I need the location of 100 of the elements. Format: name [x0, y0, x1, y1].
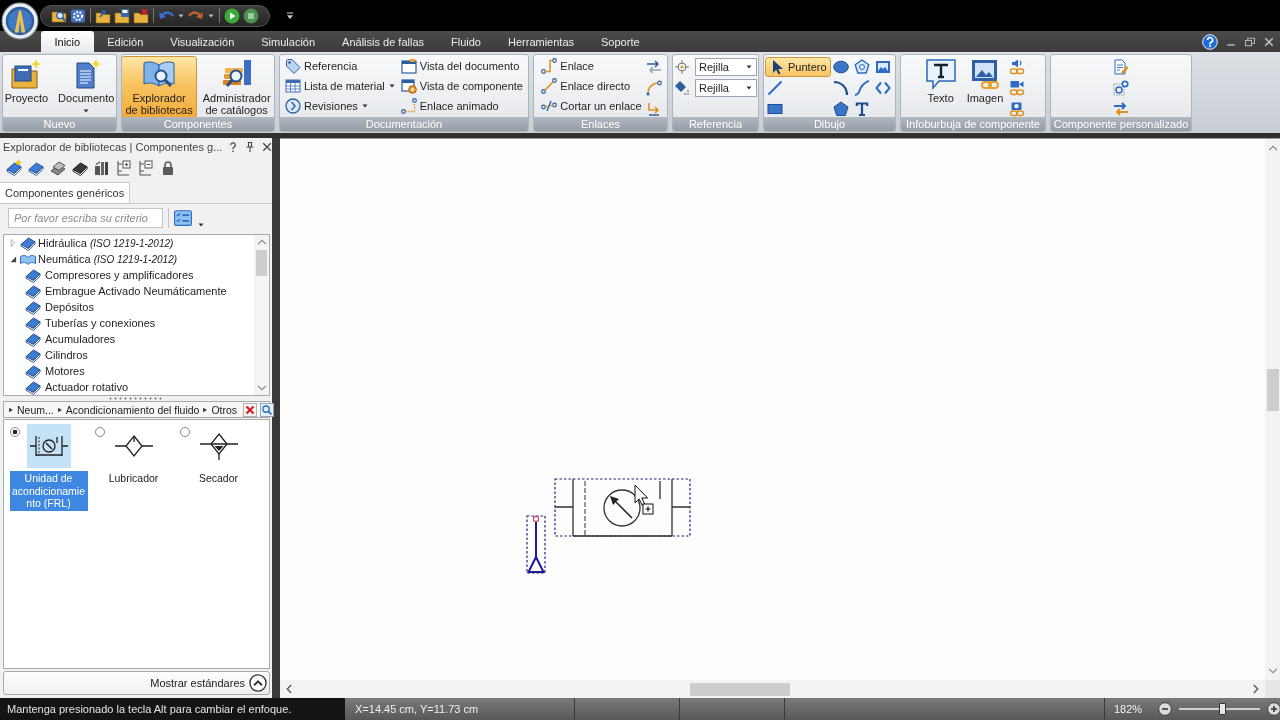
- group-label: Nuevo: [3, 117, 116, 131]
- video-link-icon[interactable]: [1009, 80, 1026, 96]
- ribbon-button[interactable]: Imagen: [962, 56, 1008, 118]
- curve-icon[interactable]: [852, 77, 872, 98]
- close-icon[interactable]: [1263, 35, 1275, 48]
- pneumatic-source-symbol[interactable]: [526, 515, 546, 574]
- splitter-handle[interactable]: [108, 396, 164, 401]
- breadcrumb-item[interactable]: Neum...: [17, 403, 54, 416]
- ribbon-button[interactable]: Referencia: [283, 56, 398, 76]
- ribbon-tab[interactable]: Análisis de fallas: [328, 31, 438, 52]
- tool-button[interactable]: Puntero: [765, 56, 831, 77]
- radio-button[interactable]: [180, 427, 190, 437]
- scrollbar-thumb[interactable]: [256, 250, 267, 276]
- breadcrumb-item[interactable]: Acondicionamiento del fluido: [65, 403, 200, 416]
- corner-arrow-icon[interactable]: [645, 101, 662, 117]
- restore-icon[interactable]: [1244, 35, 1256, 48]
- ribbon-tab[interactable]: Soporte: [587, 31, 654, 52]
- component-label[interactable]: Unidad de acondicionamiento (FRL): [9, 471, 88, 511]
- breadcrumb-item[interactable]: Otros: [211, 403, 238, 416]
- marker-icon[interactable]: [674, 80, 690, 96]
- crosshair-icon[interactable]: [674, 59, 690, 75]
- ribbon-button[interactable]: Revisiones: [283, 96, 398, 116]
- panel-tab[interactable]: Componentes genéricos: [0, 182, 131, 203]
- ribbon-tab[interactable]: Inicio: [41, 31, 94, 52]
- sound-link-icon[interactable]: [1009, 59, 1026, 75]
- folder-delete-icon[interactable]: [133, 7, 149, 24]
- radio-button[interactable]: [95, 427, 105, 437]
- folder-star-icon: [10, 58, 43, 90]
- show-standards-button[interactable]: Mostrar estándares: [3, 671, 270, 695]
- add-shape-icon[interactable]: [1113, 80, 1129, 96]
- dropdown-field[interactable]: Rejilla: [695, 58, 757, 76]
- swap-arrows-icon[interactable]: [1113, 101, 1129, 117]
- stop-icon[interactable]: [243, 7, 259, 24]
- ribbon-button[interactable]: Enlace animado: [398, 96, 525, 116]
- play-icon[interactable]: [224, 7, 240, 24]
- tree-expand-icon[interactable]: [116, 160, 132, 176]
- tree-collapse-icon[interactable]: [138, 160, 154, 176]
- scrollbar-thumb[interactable]: [690, 682, 790, 696]
- vertical-scrollbar[interactable]: [1265, 139, 1280, 680]
- ribbon-button[interactable]: Cortar un enlace: [539, 96, 644, 116]
- tree-item[interactable]: Neumática (ISO 1219-1-2012): [38, 253, 178, 265]
- book-icon[interactable]: [72, 160, 88, 176]
- curved-link-icon[interactable]: [645, 80, 662, 96]
- component-label[interactable]: Secador: [179, 471, 258, 486]
- tree-item[interactable]: Depósitos: [45, 301, 94, 313]
- zoom-slider-thumb[interactable]: [1218, 703, 1226, 715]
- ribbon-tab[interactable]: Visualización: [156, 31, 248, 52]
- book-stack-icon[interactable]: [50, 160, 66, 176]
- scrollbar-thumb[interactable]: [1266, 369, 1279, 411]
- ribbon-button[interactable]: Proyecto: [3, 56, 53, 118]
- tree-item[interactable]: Motores: [45, 365, 85, 377]
- radio-button[interactable]: [10, 427, 20, 437]
- horizontal-scrollbar[interactable]: [280, 680, 1265, 698]
- ribbon-button[interactable]: Enlace directo: [539, 76, 644, 96]
- binders-icon[interactable]: [94, 160, 110, 176]
- dropdown-field[interactable]: Rejilla: [695, 79, 757, 97]
- ribbon-tab[interactable]: Edición: [93, 31, 157, 52]
- save-icon[interactable]: [114, 7, 130, 24]
- tree-item[interactable]: Acumuladores: [45, 333, 116, 345]
- ribbon-button[interactable]: Enlace: [539, 56, 644, 76]
- close-icon[interactable]: [261, 140, 274, 153]
- book-icon[interactable]: [28, 160, 44, 176]
- tree-item[interactable]: Actuador rotativo: [45, 381, 129, 393]
- folder-arrow-icon[interactable]: [95, 7, 111, 24]
- chevron-up-icon: [249, 674, 267, 692]
- tree-item[interactable]: Cilindros: [45, 349, 88, 361]
- ribbon-button[interactable]: Explorador de bibliotecas: [122, 56, 197, 118]
- zoom-out-icon[interactable]: [1158, 702, 1173, 716]
- ribbon-button[interactable]: Vista de componente: [398, 76, 525, 96]
- ribbon-button[interactable]: Lista de material: [283, 76, 398, 96]
- ribbon-tab[interactable]: Simulación: [247, 31, 329, 52]
- book-icon: [25, 347, 41, 363]
- tree-item[interactable]: Compresores y amplificadores: [45, 269, 194, 281]
- checklist-icon[interactable]: [174, 209, 192, 227]
- tree-item[interactable]: Embrague Activado Neumáticamente: [45, 285, 227, 297]
- collapse-icon[interactable]: [8, 254, 18, 264]
- lock-icon[interactable]: [160, 160, 176, 176]
- ribbon-tab[interactable]: Fluido: [437, 31, 495, 52]
- tree-item[interactable]: Hidráulica (ISO 1219-1-2012): [38, 237, 174, 249]
- ribbon-button[interactable]: Texto: [920, 56, 961, 118]
- scrollbar[interactable]: [254, 235, 269, 395]
- book-icon: [25, 283, 41, 299]
- search-icon[interactable]: [260, 402, 275, 417]
- book-star-icon[interactable]: [6, 160, 22, 176]
- opposite-arrows-icon[interactable]: [645, 59, 662, 75]
- ribbon-button[interactable]: Vista del documento: [398, 56, 525, 76]
- tree-item[interactable]: Tuberías y conexiones: [45, 317, 156, 329]
- frl-unit-symbol[interactable]: [554, 478, 691, 537]
- caret-icon[interactable]: [197, 221, 205, 229]
- frl-symbol-icon[interactable]: [26, 424, 71, 468]
- ribbon-tab[interactable]: Herramientas: [494, 31, 588, 52]
- clear-icon[interactable]: [243, 402, 258, 417]
- zoom-in-icon[interactable]: [1267, 702, 1280, 716]
- search-field[interactable]: Por favor escriba su criterio: [8, 208, 163, 228]
- camera-link-icon[interactable]: [1009, 101, 1026, 117]
- help-icon[interactable]: [1202, 33, 1218, 50]
- book-icon: [25, 267, 41, 283]
- gear-icon[interactable]: [70, 7, 86, 24]
- edit-document-icon[interactable]: [1113, 59, 1129, 75]
- component-label[interactable]: Lubricador: [94, 471, 173, 486]
